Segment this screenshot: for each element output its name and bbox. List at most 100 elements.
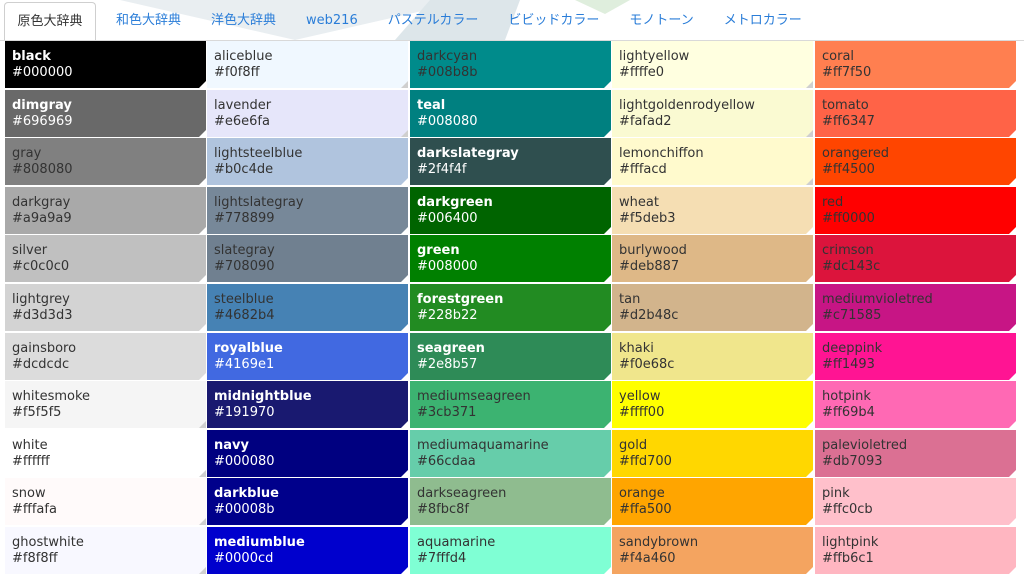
- color-name: lightgoldenrodyellow: [619, 97, 755, 113]
- color-swatch-silver[interactable]: silver #c0c0c0: [5, 235, 206, 283]
- color-hex-code: #ffffe0: [619, 65, 665, 80]
- color-swatch-royalblue[interactable]: royalblue #4169e1: [207, 332, 408, 380]
- color-name: palevioletred: [822, 437, 908, 453]
- color-swatch-darkgreen[interactable]: darkgreen #006400: [410, 186, 611, 234]
- color-hex-code: #f0f8ff: [214, 65, 260, 80]
- color-name: pink: [822, 486, 850, 502]
- color-swatch-darkgray[interactable]: darkgray #a9a9a9: [5, 186, 206, 234]
- color-swatch-red[interactable]: red #ff0000: [815, 186, 1016, 234]
- color-hex-code: #708090: [214, 259, 275, 275]
- color-swatch-black[interactable]: black #000000: [5, 41, 206, 88]
- color-name: tomato: [822, 97, 869, 113]
- color-swatch-forestgreen[interactable]: forestgreen #228b22: [410, 284, 611, 331]
- color-swatch-gray[interactable]: gray #808080: [5, 138, 206, 186]
- color-swatch-lightsteelblue[interactable]: lightsteelblue #b0c4de: [207, 138, 408, 186]
- color-hex-code: #0000cd: [214, 551, 274, 566]
- color-swatch-palevioletred[interactable]: palevioletred #db7093: [815, 429, 1016, 477]
- color-swatch-aliceblue[interactable]: aliceblue #f0f8ff: [207, 41, 408, 88]
- color-swatch-coral[interactable]: coral #ff7f50: [815, 41, 1016, 88]
- color-hex-code: #f5f5f5: [12, 405, 62, 421]
- color-name: deeppink: [822, 340, 883, 356]
- color-swatch-burlywood[interactable]: burlywood #deb887: [612, 235, 813, 283]
- color-swatch-lightyellow[interactable]: lightyellow #ffffe0: [612, 41, 813, 88]
- color-swatch-gainsboro[interactable]: gainsboro #dcdcdc: [5, 332, 206, 380]
- color-swatch-pink[interactable]: pink #ffc0cb: [815, 478, 1016, 526]
- color-name: khaki: [619, 340, 654, 356]
- color-swatch-slategray[interactable]: slategray #708090: [207, 235, 408, 283]
- color-swatch-sandybrown[interactable]: sandybrown #f4a460: [612, 527, 813, 574]
- color-hex-code: #808080: [12, 162, 73, 178]
- color-name: mediumblue: [214, 535, 305, 550]
- color-hex-code: #fffafa: [12, 502, 57, 518]
- color-swatch-dimgray[interactable]: dimgray #696969: [5, 89, 206, 137]
- color-swatch-crimson[interactable]: crimson #dc143c: [815, 235, 1016, 283]
- color-hex-code: #4682b4: [214, 308, 275, 323]
- color-name: aliceblue: [214, 49, 273, 64]
- tab-japanese-colors[interactable]: 和色大辞典: [116, 2, 181, 40]
- color-swatch-lightgoldenrodyellow[interactable]: lightgoldenrodyellow #fafad2: [612, 89, 813, 137]
- color-swatch-ghostwhite[interactable]: ghostwhite #f8f8ff: [5, 527, 206, 574]
- color-hex-code: #008080: [417, 113, 478, 129]
- color-swatch-teal[interactable]: teal #008080: [410, 89, 611, 137]
- tab-vivid-colors[interactable]: ビビッドカラー: [508, 2, 599, 40]
- color-swatch-lavender[interactable]: lavender #e6e6fa: [207, 89, 408, 137]
- color-hex-code: #ffd700: [619, 453, 672, 469]
- color-swatch-whitesmoke[interactable]: whitesmoke #f5f5f5: [5, 381, 206, 429]
- color-swatch-mediumaquamarine[interactable]: mediumaquamarine #66cdaa: [410, 429, 611, 477]
- color-swatch-mediumseagreen[interactable]: mediumseagreen #3cb371: [410, 381, 611, 429]
- color-swatch-lightslategray[interactable]: lightslategray #778899: [207, 186, 408, 234]
- color-swatch-white[interactable]: white #ffffff: [5, 429, 206, 477]
- color-name: royalblue: [214, 340, 283, 356]
- color-swatch-aquamarine[interactable]: aquamarine #7fffd4: [410, 527, 611, 574]
- color-swatch-darkseagreen[interactable]: darkseagreen #8fbc8f: [410, 478, 611, 526]
- color-swatch-deeppink[interactable]: deeppink #ff1493: [815, 332, 1016, 380]
- color-name: burlywood: [619, 243, 687, 259]
- color-swatch-gold[interactable]: gold #ffd700: [612, 429, 813, 477]
- color-hex-code: #3cb371: [417, 405, 477, 421]
- color-swatch-tomato[interactable]: tomato #ff6347: [815, 89, 1016, 137]
- color-hex-code: #000080: [214, 453, 275, 469]
- color-swatch-darkslategray[interactable]: darkslategray #2f4f4f: [410, 138, 611, 186]
- color-hex-code: #228b22: [417, 308, 478, 323]
- color-name: silver: [12, 243, 48, 259]
- tab-monotone[interactable]: モノトーン: [629, 2, 693, 40]
- color-swatch-grid: black #000000 dimgray #696969 gray #808080 dar…: [0, 40, 1024, 574]
- color-swatch-orange[interactable]: orange #ffa500: [612, 478, 813, 526]
- color-swatch-mediumvioletred[interactable]: mediumvioletred #c71585: [815, 284, 1016, 331]
- color-hex-code: #66cdaa: [417, 453, 476, 469]
- color-swatch-darkblue[interactable]: darkblue #00008b: [207, 478, 408, 526]
- color-swatch-midnightblue[interactable]: midnightblue #191970: [207, 381, 408, 429]
- color-hex-code: #fafad2: [619, 113, 672, 129]
- color-hex-code: #dcdcdc: [12, 356, 70, 372]
- color-swatch-tan[interactable]: tan #d2b48c: [612, 284, 813, 331]
- color-swatch-lightgrey[interactable]: lightgrey #d3d3d3: [5, 284, 206, 331]
- color-swatch-lightpink[interactable]: lightpink #ffb6c1: [815, 527, 1016, 574]
- color-swatch-hotpink[interactable]: hotpink #ff69b4: [815, 381, 1016, 429]
- color-swatch-wheat[interactable]: wheat #f5deb3: [612, 186, 813, 234]
- color-swatch-yellow[interactable]: yellow #ffff00: [612, 381, 813, 429]
- color-swatch-green[interactable]: green #008000: [410, 235, 611, 283]
- color-name: snow: [12, 486, 46, 502]
- color-swatch-mediumblue[interactable]: mediumblue #0000cd: [207, 527, 408, 574]
- color-swatch-khaki[interactable]: khaki #f0e68c: [612, 332, 813, 380]
- color-hex-code: #ff0000: [822, 210, 875, 226]
- color-swatch-darkcyan[interactable]: darkcyan #008b8b: [410, 41, 611, 88]
- tab-metro-colors[interactable]: メトロカラー: [724, 2, 802, 40]
- color-name: mediumseagreen: [417, 389, 531, 405]
- color-hex-code: #00008b: [214, 502, 275, 518]
- color-name: darkslategray: [417, 146, 519, 162]
- color-swatch-steelblue[interactable]: steelblue #4682b4: [207, 284, 408, 331]
- color-swatch-navy[interactable]: navy #000080: [207, 429, 408, 477]
- color-hex-code: #778899: [214, 210, 275, 226]
- color-swatch-snow[interactable]: snow #fffafa: [5, 478, 206, 526]
- color-hex-code: #000000: [12, 65, 73, 80]
- tab-pastel-colors[interactable]: パステルカラー: [388, 2, 479, 40]
- tab-western-colors[interactable]: 洋色大辞典: [211, 2, 276, 40]
- color-swatch-lemonchiffon[interactable]: lemonchiffon #fffacd: [612, 138, 813, 186]
- color-name: midnightblue: [214, 389, 312, 405]
- color-swatch-orangered[interactable]: orangered #ff4500: [815, 138, 1016, 186]
- color-name: lightgrey: [12, 292, 70, 307]
- tab-web216[interactable]: web216: [306, 2, 358, 40]
- color-swatch-seagreen[interactable]: seagreen #2e8b57: [410, 332, 611, 380]
- tab-primary-colors[interactable]: 原色大辞典: [4, 2, 96, 40]
